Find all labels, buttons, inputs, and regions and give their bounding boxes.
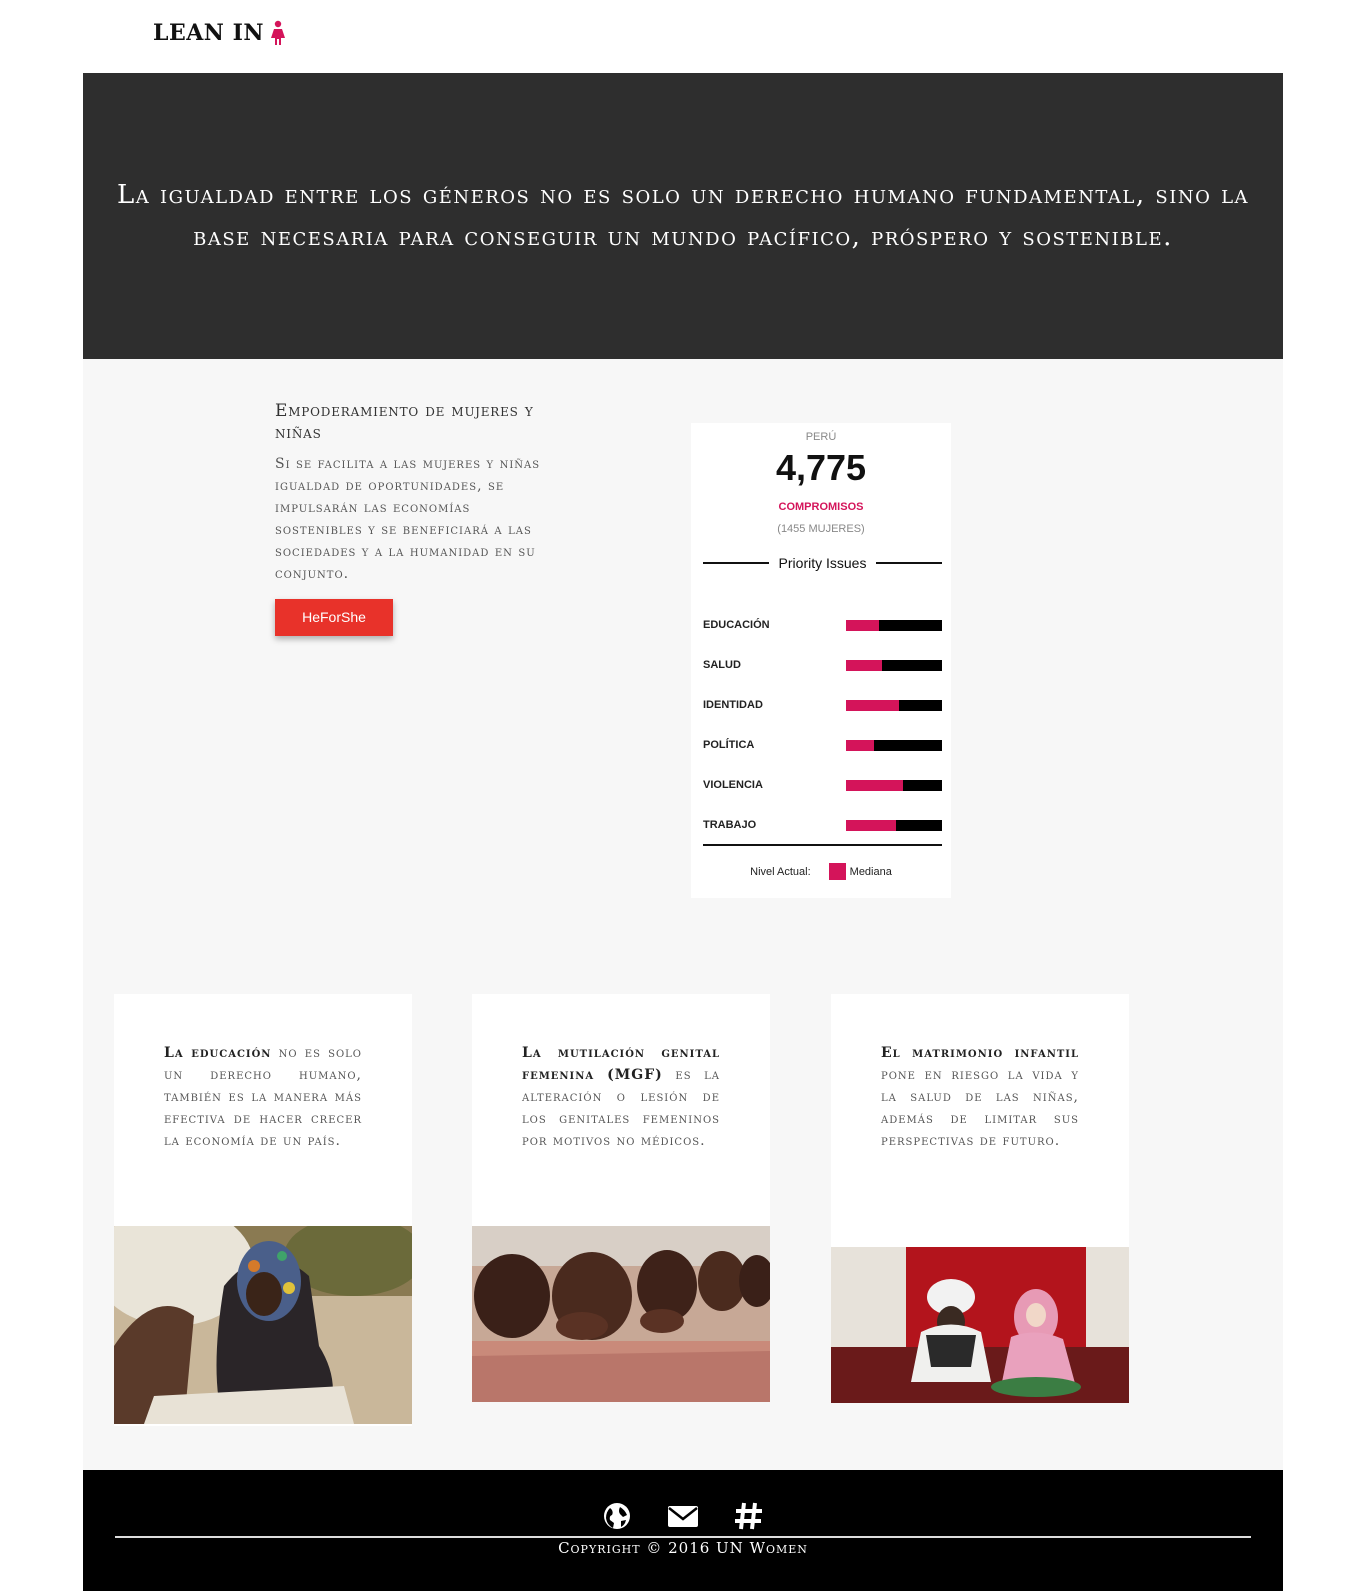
hero-quote: La igualdad entre los géneros no es solo… <box>116 180 1250 252</box>
globe-icon[interactable] <box>601 1501 633 1531</box>
man-and-girl-photo <box>831 1247 1129 1403</box>
intro-block: Empoderamiento de mujeres y niñas Si se … <box>275 400 550 636</box>
issue-fill <box>846 619 879 631</box>
issue-row: POLÍTICA <box>703 725 942 765</box>
widget-count: 4,775 <box>775 447 867 488</box>
issue-fill <box>846 739 874 751</box>
priority-header: Priority Issues <box>703 555 943 571</box>
card-text: El matrimonio infantil pone en riesgo la… <box>831 994 1129 1152</box>
issue-name: POLÍTICA <box>703 739 755 751</box>
widget-label: COMPROMISOS <box>778 501 864 513</box>
divider <box>703 844 942 846</box>
widget-legend: Nivel Actual: Mediana <box>691 863 951 880</box>
legend-value: Mediana <box>849 865 892 878</box>
intro-text: Si se facilita a las mujeres y niñas igu… <box>275 456 541 582</box>
hashtag-icon[interactable] <box>733 1501 765 1531</box>
divider <box>703 562 769 564</box>
info-card-child-marriage: El matrimonio infantil pone en riesgo la… <box>831 994 1129 1403</box>
priority-title: Priority Issues <box>778 555 867 571</box>
card-title: La educación <box>164 1045 272 1061</box>
woman-icon <box>270 20 285 45</box>
info-card-fgm: La mutilación genital femenina (MGF) es … <box>472 994 770 1402</box>
issue-fill <box>846 819 896 831</box>
issue-row: EDUCACIÓN <box>703 605 942 645</box>
envelope-icon[interactable] <box>667 1501 699 1531</box>
logo-text: LEAN IN <box>153 20 264 46</box>
heforshe-button[interactable]: HeForShe <box>275 599 393 636</box>
issue-bar <box>846 659 942 671</box>
issue-bar <box>846 739 942 751</box>
issue-row: TRABAJO <box>703 805 942 845</box>
issue-row: SALUD <box>703 645 942 685</box>
widget-country: PERÚ <box>805 431 837 443</box>
copyright-text: Copyright © 2016 UN Women <box>558 1539 808 1557</box>
footer-divider <box>115 1536 1251 1538</box>
issue-name: TRABAJO <box>703 819 757 831</box>
info-card-education: La educación no es solo un derecho human… <box>114 994 412 1426</box>
legend-swatch <box>828 863 846 880</box>
hero-banner: La igualdad entre los géneros no es solo… <box>83 73 1283 359</box>
divider <box>876 562 943 564</box>
issue-bar <box>846 699 942 711</box>
card-body: pone en riesgo la vida y la salud de las… <box>881 1067 1079 1149</box>
issue-bar <box>846 619 942 631</box>
intro-title: Empoderamiento de mujeres y niñas <box>275 401 534 443</box>
footer-icons <box>83 1501 1283 1531</box>
issue-row: IDENTIDAD <box>703 685 942 725</box>
issues-list: EDUCACIÓN SALUD IDENTIDAD POLÍTICA VIOLE… <box>703 605 942 845</box>
card-text: La mutilación genital femenina (MGF) es … <box>472 994 770 1152</box>
commitments-widget: PERÚ 4,775 COMPROMISOS (1455 MUJERES) Pr… <box>691 423 951 898</box>
footer: Copyright © 2016 UN Women <box>83 1470 1283 1591</box>
card-title: El matrimonio infantil <box>881 1045 1079 1061</box>
issue-bar <box>846 819 942 831</box>
legend-label: Nivel Actual: <box>750 865 811 878</box>
issue-name: EDUCACIÓN <box>703 619 770 631</box>
issue-fill <box>846 699 899 711</box>
issue-fill <box>846 779 903 791</box>
widget-sub: (1455 MUJERES) <box>777 523 865 535</box>
girls-covering-faces-photo <box>472 1226 770 1402</box>
issue-bar <box>846 779 942 791</box>
issue-fill <box>846 659 883 671</box>
student-writing-photo <box>114 1226 412 1424</box>
main-content: Empoderamiento de mujeres y niñas Si se … <box>83 359 1283 1470</box>
issue-row: VIOLENCIA <box>703 765 942 805</box>
issue-name: SALUD <box>703 659 741 671</box>
card-text: La educación no es solo un derecho human… <box>114 994 412 1152</box>
logo[interactable]: LEAN IN <box>153 20 286 46</box>
issue-name: VIOLENCIA <box>703 779 763 791</box>
top-bar: LEAN IN <box>0 0 1366 72</box>
issue-name: IDENTIDAD <box>703 699 763 711</box>
